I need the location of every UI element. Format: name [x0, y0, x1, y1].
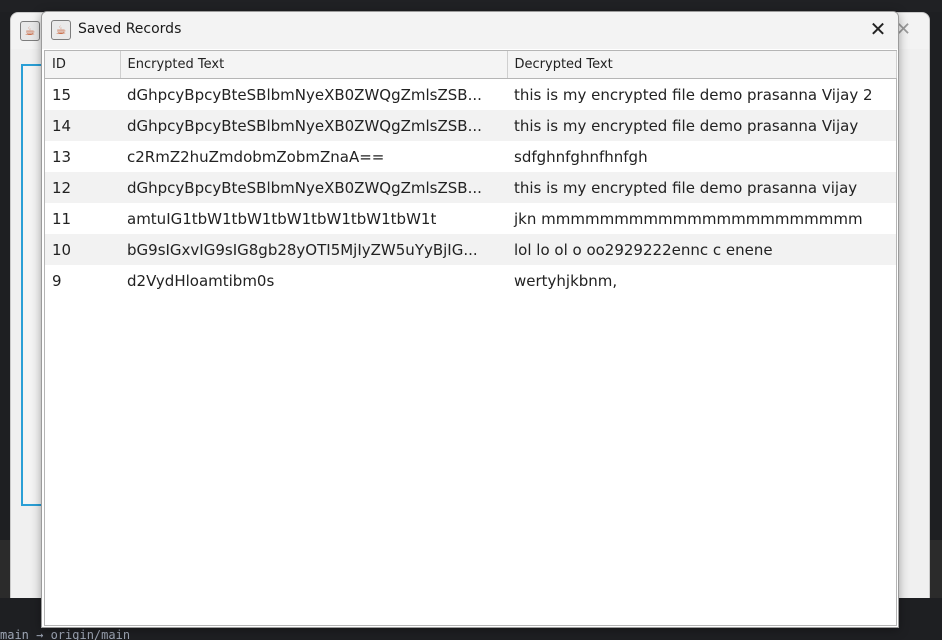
cell-decrypted-text[interactable]: jkn mmmmmmmmmmmmmmmmmmmmmm — [507, 203, 896, 234]
cell-id[interactable]: 10 — [45, 234, 120, 265]
background-side-panel-left — [0, 540, 10, 600]
background-java-icon: ☕ — [20, 21, 40, 41]
cell-id[interactable]: 9 — [45, 265, 120, 296]
cell-decrypted-text[interactable]: wertyhjkbnm, — [507, 265, 896, 296]
records-table-scrollpane[interactable]: ID Encrypted Text Decrypted Text 15 dGhp… — [44, 50, 897, 626]
cell-id[interactable]: 11 — [45, 203, 120, 234]
table-row[interactable]: 9 d2VydHloamtibm0s wertyhjkbnm, — [45, 265, 896, 296]
cell-decrypted-text[interactable]: this is my encrypted file demo prasanna … — [507, 110, 896, 141]
dialog-title: Saved Records — [78, 21, 182, 37]
table-row[interactable]: 12 dGhpcyBpcyBteSBlbmNyeXB0ZWQgZmlsZSB..… — [45, 172, 896, 203]
table-row[interactable]: 13 c2RmZ2huZmdobmZobmZnaA== sdfghnfghnfh… — [45, 141, 896, 172]
cell-id[interactable]: 14 — [45, 110, 120, 141]
cell-id[interactable]: 13 — [45, 141, 120, 172]
table-row[interactable]: 10 bG9sIGxvIG9sIG8gb28yOTI5MjIyZW5uYyBjI… — [45, 234, 896, 265]
cell-encrypted-text[interactable]: amtuIG1tbW1tbW1tbW1tbW1tbW1tbW1t — [120, 203, 507, 234]
java-icon: ☕ — [51, 20, 71, 40]
column-header-id[interactable]: ID — [45, 51, 121, 79]
cell-encrypted-text[interactable]: dGhpcyBpcyBteSBlbmNyeXB0ZWQgZmlsZSB... — [120, 110, 507, 141]
cell-id[interactable]: 12 — [45, 172, 120, 203]
cell-decrypted-text[interactable]: sdfghnfghnfhnfgh — [507, 141, 896, 172]
column-header-decrypted-text[interactable]: Decrypted Text — [507, 51, 897, 79]
cell-encrypted-text[interactable]: c2RmZ2huZmdobmZobmZnaA== — [120, 141, 507, 172]
cell-encrypted-text[interactable]: d2VydHloamtibm0s — [120, 265, 507, 296]
table-row[interactable]: 14 dGhpcyBpcyBteSBlbmNyeXB0ZWQgZmlsZSB..… — [45, 110, 896, 141]
dialog-titlebar[interactable]: ☕ Saved Records ✕ — [42, 12, 898, 49]
cell-encrypted-text[interactable]: dGhpcyBpcyBteSBlbmNyeXB0ZWQgZmlsZSB... — [120, 172, 507, 203]
cell-decrypted-text[interactable]: lol lo ol o oo2929222ennc c enene — [507, 234, 896, 265]
close-button[interactable]: ✕ — [858, 12, 898, 49]
cell-encrypted-text[interactable]: dGhpcyBpcyBteSBlbmNyeXB0ZWQgZmlsZSB... — [120, 79, 507, 111]
table-row[interactable]: 15 dGhpcyBpcyBteSBlbmNyeXB0ZWQgZmlsZSB..… — [45, 79, 896, 111]
table-header-row: ID Encrypted Text Decrypted Text — [45, 51, 897, 79]
background-terminal-text: main → origin/main — [0, 628, 131, 640]
records-table: ID Encrypted Text Decrypted Text 15 dGhp… — [45, 51, 897, 296]
column-header-encrypted-text[interactable]: Encrypted Text — [120, 51, 508, 79]
saved-records-dialog: ☕ Saved Records ✕ ID Encrypted Text Decr… — [41, 11, 899, 628]
background-side-panel-right — [930, 540, 942, 600]
table-row[interactable]: 11 amtuIG1tbW1tbW1tbW1tbW1tbW1tbW1t jkn … — [45, 203, 896, 234]
cell-id[interactable]: 15 — [45, 79, 120, 111]
cell-decrypted-text[interactable]: this is my encrypted file demo prasanna … — [507, 79, 896, 111]
cell-encrypted-text[interactable]: bG9sIGxvIG9sIG8gb28yOTI5MjIyZW5uYyBjIG..… — [120, 234, 507, 265]
cell-decrypted-text[interactable]: this is my encrypted file demo prasanna … — [507, 172, 896, 203]
